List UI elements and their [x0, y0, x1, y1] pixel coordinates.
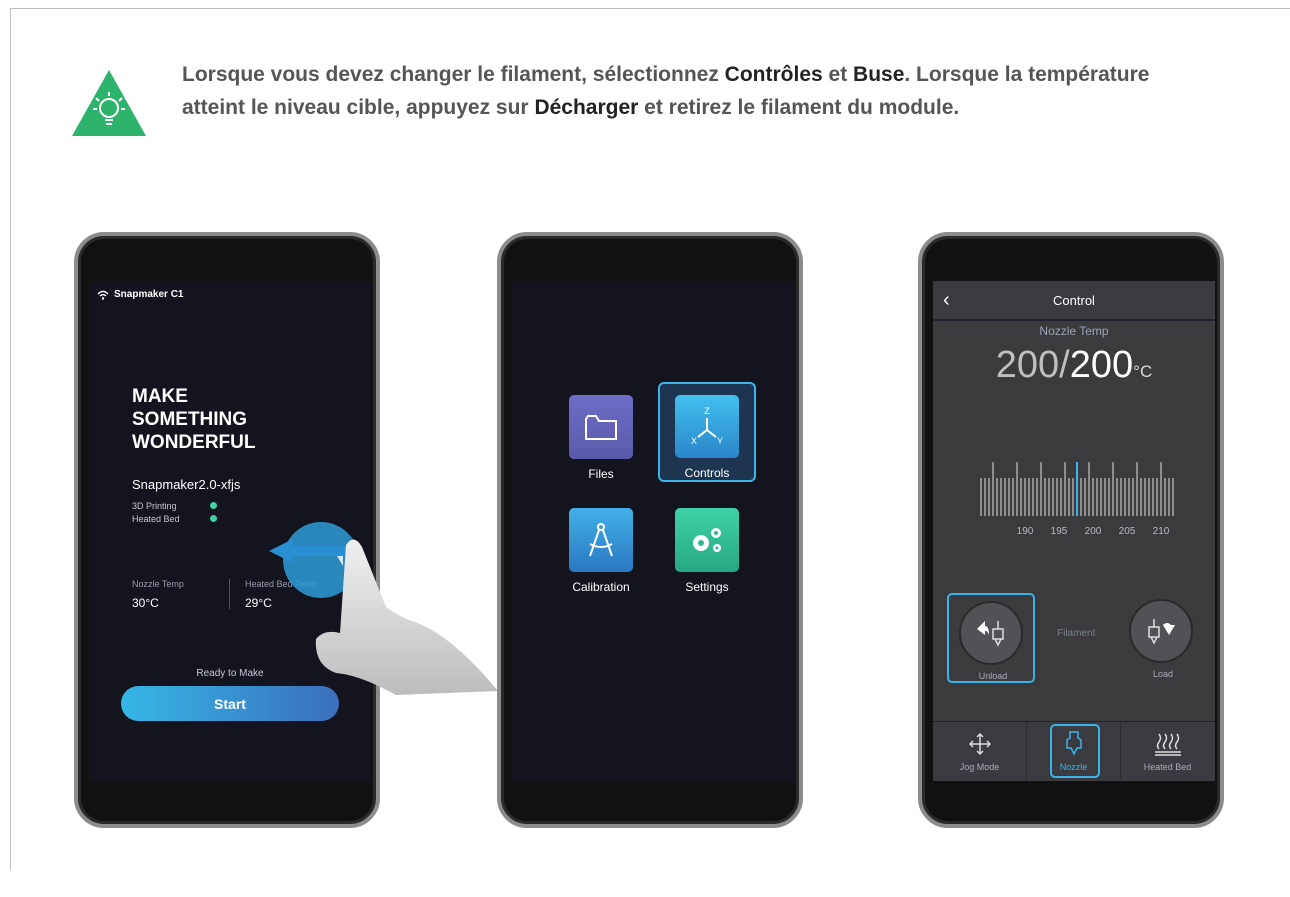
control-title: Control: [1053, 293, 1095, 308]
tab-jog-mode-label: Jog Mode: [959, 762, 1000, 772]
tile-calibration-label: Calibration: [572, 580, 630, 594]
bottom-tabs: Jog Mode Nozzle Heated Bed: [933, 721, 1215, 781]
filament-label: Filament: [1057, 628, 1096, 639]
status-3d-printing: 3D Printing: [132, 501, 177, 511]
status-bar: Snapmaker C1: [97, 289, 183, 300]
tile-files[interactable]: Files: [552, 383, 650, 483]
nozzle-temp-label: Nozzle Temp: [1039, 324, 1109, 338]
temp-target: 200: [1069, 344, 1134, 386]
phone-control: ‹ Control Nozzle Temp 200/200°C 190 195 20…: [918, 232, 1224, 828]
tip-controls-keyword: Contrôles: [724, 63, 823, 86]
move-arrows-icon: [968, 732, 992, 756]
tile-settings-label: Settings: [685, 580, 729, 594]
unload-button[interactable]: Unload: [947, 593, 1035, 683]
tip-text: Lorsque vous devez changer le filament, …: [182, 63, 1150, 119]
temperature-ruler[interactable]: 190 195 200 205 210: [973, 456, 1183, 546]
folder-icon: [569, 395, 633, 459]
tab-nozzle-label: Nozzle: [1059, 762, 1088, 772]
load-button[interactable]: Load: [1119, 593, 1207, 683]
nozzle-temp-label: Nozzle Temp: [132, 579, 184, 589]
frame-top-border: [10, 8, 1290, 9]
tile-calibration[interactable]: Calibration: [552, 496, 650, 596]
frame-left-border: [10, 8, 11, 870]
nozzle-temp-value: 30°C: [132, 596, 159, 610]
tab-heated-bed-label: Heated Bed: [1143, 762, 1192, 772]
temp-divider: [229, 579, 230, 609]
tab-nozzle[interactable]: Nozzle: [1027, 722, 1120, 780]
ruler-tick-label: 205: [1119, 526, 1136, 537]
status-dot-heated-bed: [210, 515, 217, 522]
tip-unload-keyword: Décharger: [534, 96, 639, 119]
device-name: Snapmaker2.0-xfjs: [132, 477, 241, 492]
temp-current: 200: [995, 344, 1060, 386]
tile-controls-label: Controls: [684, 466, 730, 480]
load-label: Load: [1152, 669, 1174, 679]
ruler-tick-label: 190: [1017, 526, 1034, 537]
load-icon: [1129, 599, 1193, 663]
wifi-icon: [97, 290, 109, 300]
svg-text:X: X: [691, 436, 697, 446]
tile-settings[interactable]: Settings: [658, 496, 756, 596]
ruler-tick-label: 210: [1153, 526, 1170, 537]
phone-menu: Files Z X Y Controls Calibration Setting…: [497, 232, 803, 828]
axes-icon: Z X Y: [675, 395, 739, 458]
gears-icon: [675, 508, 739, 572]
device-ssid: Snapmaker C1: [114, 289, 184, 300]
tab-jog-mode[interactable]: Jog Mode: [933, 722, 1026, 780]
unload-label: Unload: [978, 671, 1008, 681]
control-header: ‹ Control: [933, 281, 1215, 321]
status-heated-bed: Heated Bed: [132, 514, 180, 524]
tab-heated-bed[interactable]: Heated Bed: [1121, 722, 1214, 780]
lightbulb-icon: [70, 68, 148, 138]
ruler-tick-label: 200: [1085, 526, 1102, 537]
status-dot-3d-printing: [210, 502, 217, 509]
svg-text:Z: Z: [704, 406, 710, 416]
tile-files-label: Files: [588, 467, 614, 481]
heated-bed-icon: [1155, 733, 1181, 756]
hand-pointer-icon: [315, 539, 498, 695]
ruler-tick-label: 195: [1051, 526, 1068, 537]
nozzle-temp-readout: 200/200°C: [995, 344, 1153, 386]
tile-controls[interactable]: Z X Y Controls: [658, 382, 756, 482]
unload-icon: [959, 601, 1023, 665]
control-screen: ‹ Control Nozzle Temp 200/200°C 190 195 20…: [933, 281, 1215, 781]
temp-unit: °C: [1133, 362, 1153, 381]
tip-nozzle-keyword: Buse: [853, 63, 905, 86]
svg-text:Y: Y: [717, 436, 723, 446]
hero-text: MAKE SOMETHING WONDERFUL: [132, 386, 256, 453]
compass-icon: [569, 508, 633, 572]
menu-screen: Files Z X Y Controls Calibration Setting…: [512, 281, 794, 781]
nozzle-icon: [1066, 731, 1082, 756]
